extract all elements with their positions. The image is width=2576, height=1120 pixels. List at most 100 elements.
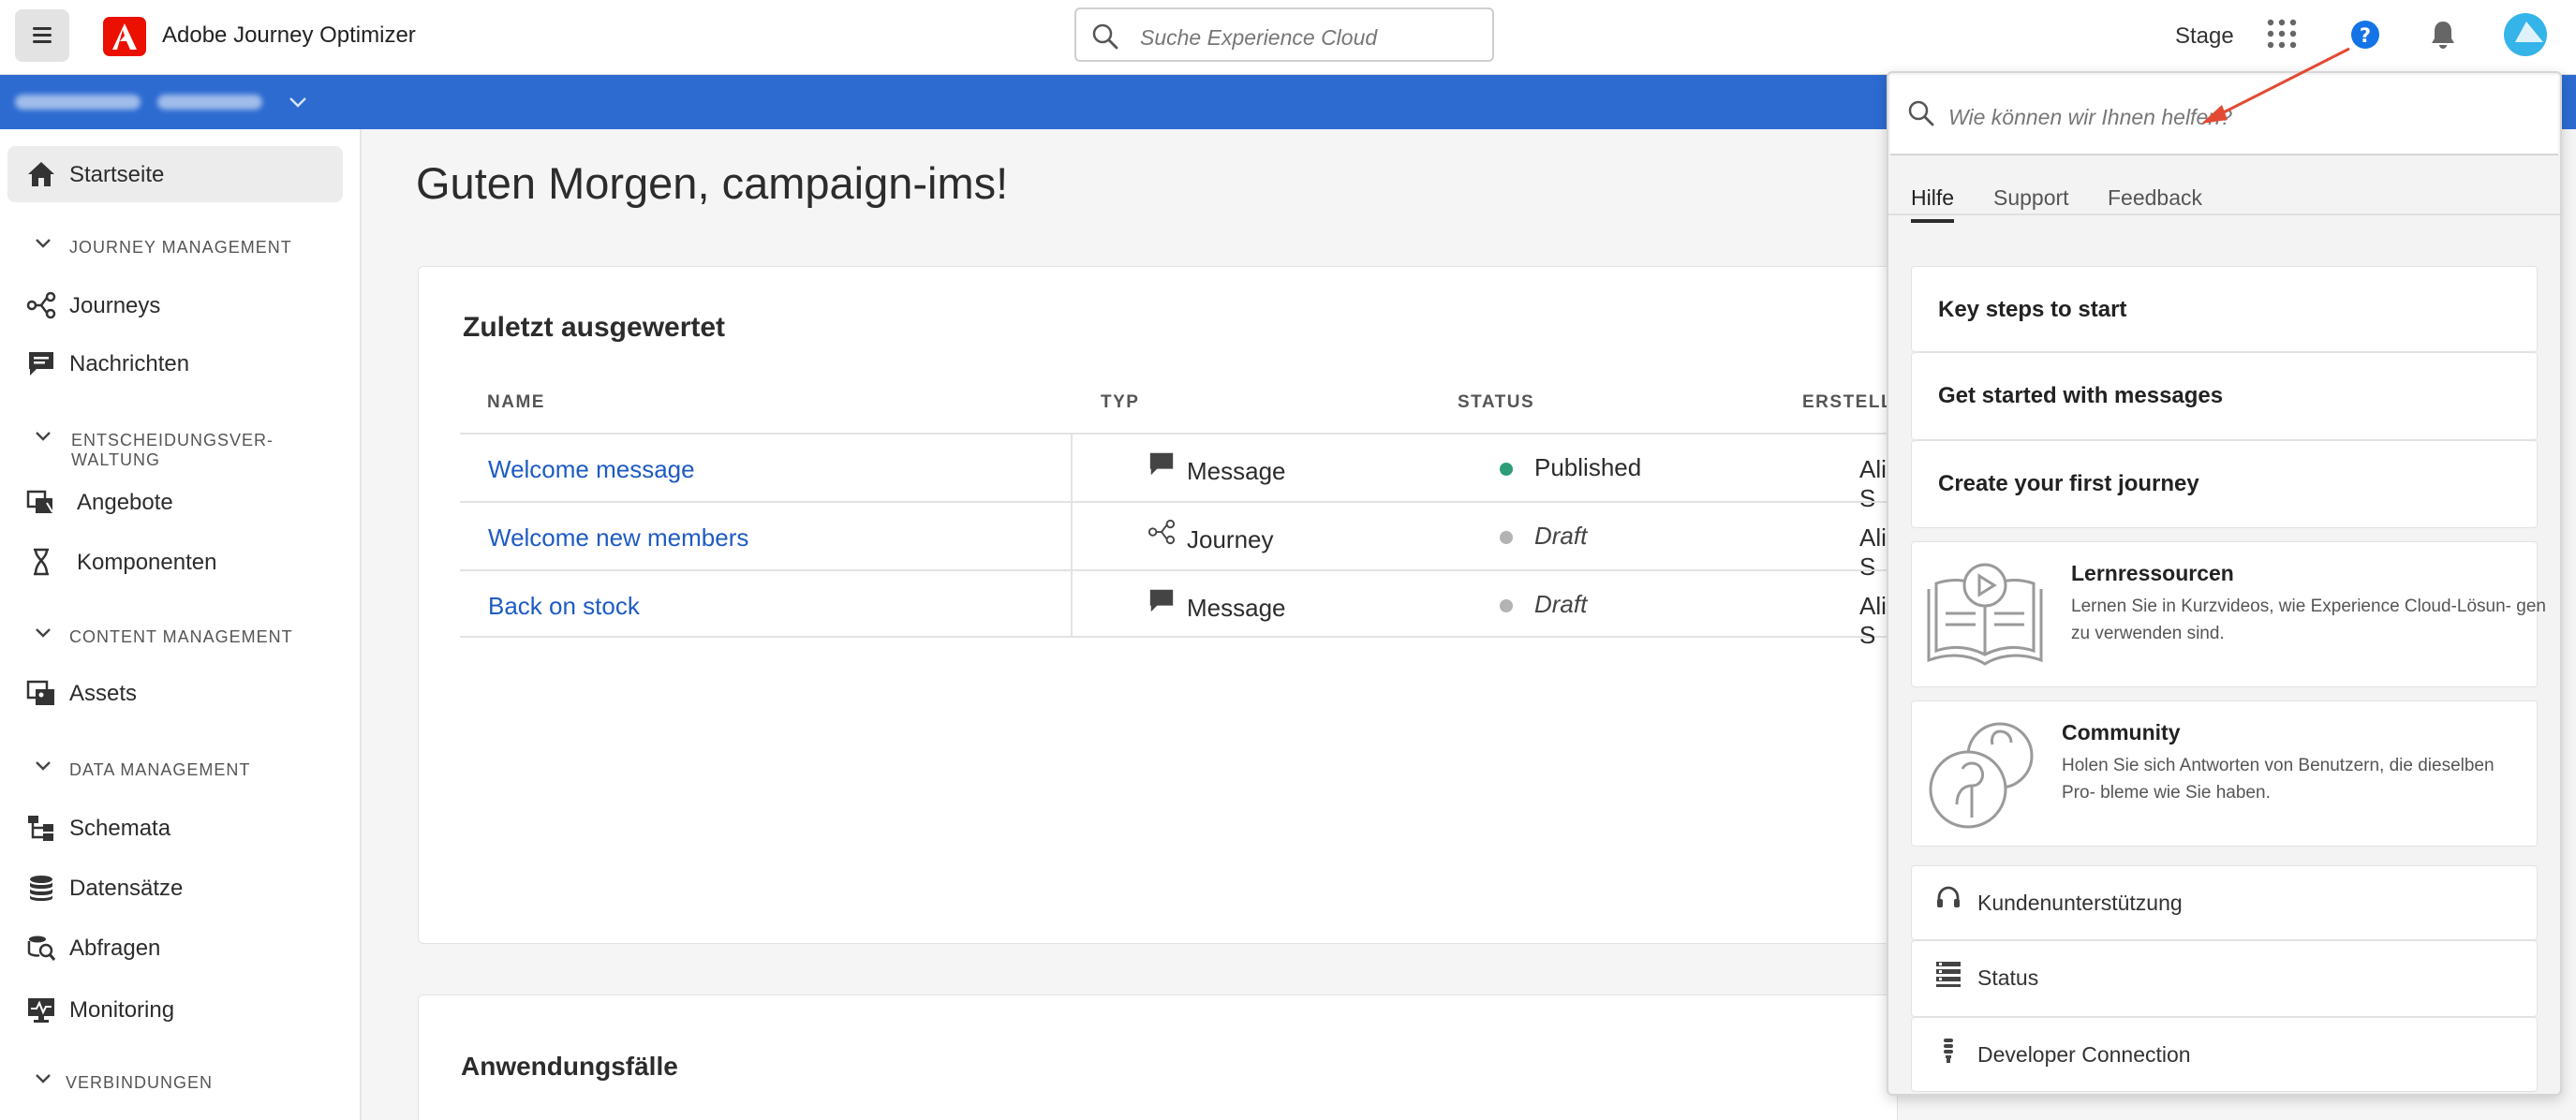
user-avatar[interactable]: [2504, 13, 2547, 56]
search-icon: [1908, 100, 1934, 126]
quick-link-label: Key steps to start: [1938, 297, 2127, 322]
status-text: Draft: [1534, 522, 1588, 550]
search-icon: [1092, 23, 1118, 50]
section-decisioning[interactable]: ENTSCHEIDUNGSVER- WALTUNG: [0, 420, 362, 469]
status-text: Published: [1534, 453, 1642, 481]
sidebar-item-label: Angebote: [77, 490, 173, 515]
message-icon: [29, 352, 53, 376]
page-greeting: Guten Morgen, campaign-ims!: [416, 158, 1009, 208]
chevron-down-icon: [36, 239, 51, 248]
sidebar-item-label: Nachrichten: [69, 351, 190, 376]
sidebar-item-abfragen[interactable]: Abfragen: [7, 920, 343, 976]
resource-card-learning[interactable]: Lernressourcen Lernen Sie in Kurzvideos,…: [1911, 541, 2546, 687]
org-name-blurred[interactable]: [15, 95, 141, 110]
sidebar-item-label: Journeys: [69, 293, 161, 318]
sidebar-item-label: Abfragen: [69, 936, 161, 961]
sidebar-item-startseite[interactable]: Startseite: [7, 146, 343, 202]
sidebar-item-label: Monitoring: [69, 997, 175, 1023]
chevron-down-icon: [36, 628, 51, 638]
resource-card-community[interactable]: Community Holen Sie sich Antworten von B…: [1911, 700, 2538, 847]
notifications-bell-icon[interactable]: [2428, 19, 2458, 55]
column-header-type[interactable]: TYP: [1101, 392, 1139, 413]
global-search-input[interactable]: Suche Experience Cloud: [1074, 7, 1494, 62]
link-status[interactable]: Status: [1911, 940, 2538, 1017]
components-icon: [34, 548, 49, 576]
sidebar-item-monitoring[interactable]: Monitoring: [7, 981, 343, 1038]
quick-link-label: Create your first journey: [1938, 471, 2199, 496]
resource-description: Lernen Sie in Kurzvideos, wie Experience…: [2071, 597, 2546, 643]
item-name-link[interactable]: Back on stock: [488, 592, 640, 621]
item-name-link[interactable]: Welcome new members: [488, 523, 748, 553]
link-label: Developer Connection: [1977, 1042, 2191, 1067]
tab-feedback[interactable]: Feedback: [2108, 185, 2202, 211]
sandbox-name-blurred[interactable]: [157, 95, 262, 110]
column-header-status[interactable]: STATUS: [1458, 392, 1534, 413]
sidebar-item-komponenten[interactable]: Komponenten: [7, 534, 343, 590]
column-divider: [1071, 571, 1073, 636]
status-dot: [1500, 463, 1513, 476]
resource-title: Community: [2062, 720, 2181, 744]
section-label: VERBINDUNGEN: [66, 1073, 214, 1092]
item-type: Message: [1187, 594, 1286, 622]
table-row[interactable]: Welcome message Message Published Alice …: [460, 433, 1921, 512]
item-type: Journey: [1187, 525, 1274, 553]
journey-icon: [1147, 519, 1176, 545]
sidebar-item-nachrichten[interactable]: Nachrichten: [7, 335, 343, 391]
section-verbindungen[interactable]: VERBINDUNGEN: [0, 1062, 362, 1099]
sidebar-item-angebote[interactable]: Angebote: [7, 474, 343, 530]
top-bar: Adobe Journey Optimizer Suche Experience…: [0, 0, 2576, 75]
link-label: Kundenunterstützung: [1977, 891, 2183, 915]
home-icon: [28, 162, 54, 186]
sidebar-item-label: Schemata: [69, 816, 171, 841]
sidebar-item-label: Assets: [69, 681, 138, 706]
item-name-link[interactable]: Welcome message: [488, 455, 695, 484]
column-divider: [1071, 435, 1073, 501]
message-icon: [1149, 452, 1174, 476]
video-book-icon: [1927, 563, 2043, 666]
help-search-placeholder: Wie können wir Ihnen helfen?: [1948, 105, 2232, 129]
link-label: Status: [1977, 965, 2039, 990]
section-journey-management[interactable]: JOURNEY MANAGEMENT: [0, 227, 362, 264]
section-label: JOURNEY MANAGEMENT: [69, 238, 292, 257]
table-row[interactable]: Back on stock Message Draft Alice S: [460, 569, 1921, 649]
link-customer-support[interactable]: Kundenunterstützung: [1911, 865, 2538, 940]
column-header-name[interactable]: NAME: [487, 392, 545, 413]
section-label: ENTSCHEIDUNGSVER- WALTUNG: [71, 431, 274, 469]
resource-title: Lernressourcen: [2071, 561, 2234, 585]
help-tabs: Hilfe Support Feedback: [1888, 157, 2560, 215]
developer-icon: [1944, 1039, 1953, 1063]
sidebar-item-datensaetze[interactable]: Datensätze: [7, 860, 343, 916]
link-developer-connection[interactable]: Developer Connection: [1911, 1017, 2538, 1092]
menu-button[interactable]: [15, 9, 69, 62]
schema-icon: [28, 816, 53, 841]
tab-support[interactable]: Support: [1993, 185, 2069, 211]
chevron-down-icon: [36, 1074, 51, 1083]
sidebar-item-journeys[interactable]: Journeys: [7, 277, 343, 333]
datasets-icon: [30, 876, 52, 901]
section-label: CONTENT MANAGEMENT: [69, 627, 293, 646]
quick-link-card[interactable]: Key steps to start: [1911, 266, 2538, 352]
sidebar-item-schemata[interactable]: Schemata: [7, 800, 343, 856]
app-title[interactable]: Adobe Journey Optimizer: [162, 22, 416, 49]
sidebar-item-assets[interactable]: Assets: [7, 665, 343, 721]
adobe-logo-icon[interactable]: [103, 17, 146, 56]
section-data-management[interactable]: DATA MANAGEMENT: [0, 749, 362, 787]
item-type: Message: [1187, 457, 1286, 485]
community-icon: [1929, 722, 2034, 829]
queries-icon: [27, 936, 56, 961]
section-label: DATA MANAGEMENT: [69, 760, 251, 779]
use-cases-card: Anwendungsfälle: [418, 995, 1898, 1120]
table-row[interactable]: Welcome new members Journey Draft Alice …: [460, 501, 1921, 581]
svg-text:?: ?: [2360, 24, 2371, 47]
annotation-arrow: [2201, 47, 2350, 124]
section-content-management[interactable]: CONTENT MANAGEMENT: [0, 616, 362, 654]
chevron-down-icon[interactable]: [289, 96, 307, 109]
tab-hilfe[interactable]: Hilfe: [1911, 185, 1954, 211]
quick-link-card[interactable]: Get started with messages: [1911, 352, 2538, 440]
resource-description: Holen Sie sich Antworten von Benutzern, …: [2062, 756, 2495, 803]
status-dot: [1500, 599, 1513, 612]
recent-items-card: Zuletzt ausgewertet NAME TYP STATUS ERST…: [418, 266, 1921, 944]
chevron-down-icon: [36, 761, 51, 771]
column-divider: [1071, 503, 1073, 569]
quick-link-card[interactable]: Create your first journey: [1911, 440, 2538, 528]
